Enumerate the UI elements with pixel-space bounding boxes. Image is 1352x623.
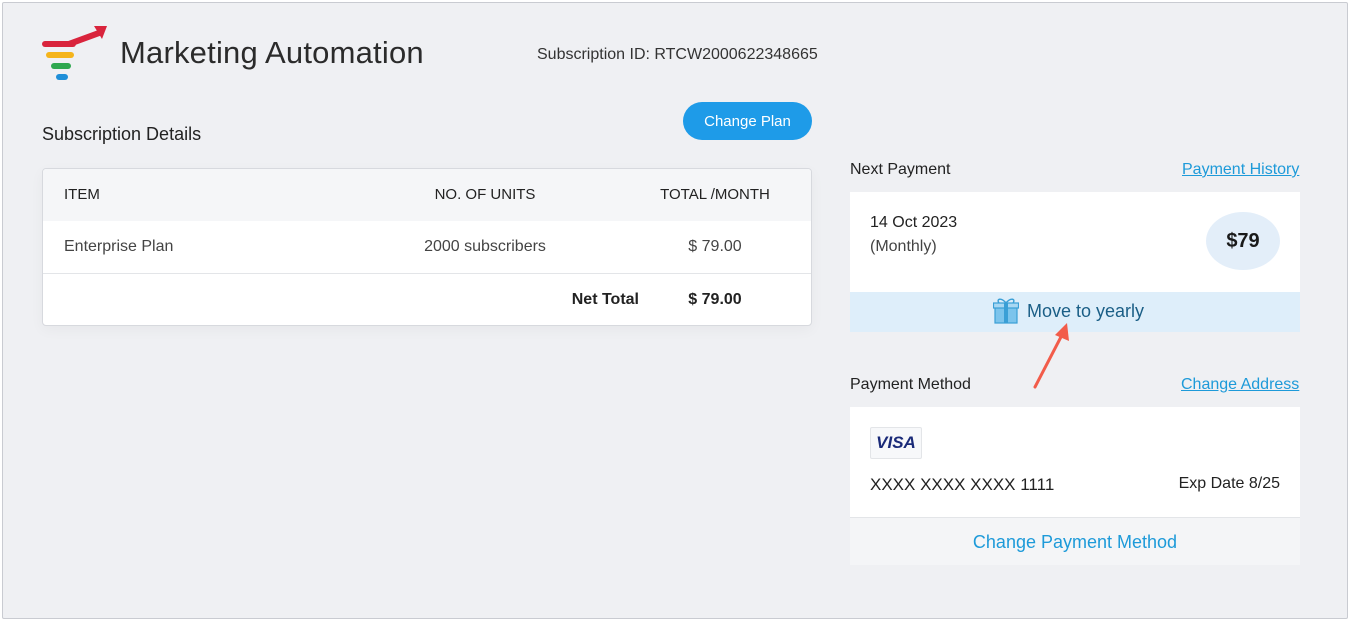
column-header-total: TOTAL /MONTH [660,186,770,203]
payment-frequency: (Monthly) [870,238,937,255]
net-total-row: Net Total $ 79.00 [43,274,811,325]
total-cell: $ 79.00 [688,238,742,255]
net-total-label: Net Total [571,291,639,308]
subscription-table: ITEM NO. OF UNITS TOTAL /MONTH Enterpris… [42,168,812,326]
change-address-link[interactable]: Change Address [1181,376,1299,394]
payment-method-label: Payment Method [850,376,971,393]
subscription-id: Subscription ID: RTCW2000622348665 [537,46,818,63]
net-total-value: $ 79.00 [688,291,742,308]
payment-amount-badge: $79 [1206,212,1280,270]
table-header: ITEM NO. OF UNITS TOTAL /MONTH [43,169,811,221]
payment-method-card: VISA XXXX XXXX XXXX 1111 Exp Date 8/25 [850,407,1300,517]
next-payment-label: Next Payment [850,161,951,178]
card-number: XXXX XXXX XXXX 1111 [870,475,1055,494]
annotation-arrow-icon [1033,323,1069,389]
column-header-item: ITEM [64,186,100,203]
subscription-details-title: Subscription Details [42,124,202,144]
marketing-automation-logo-icon [42,26,107,80]
gift-icon [993,298,1019,324]
payment-date: 14 Oct 2023 [870,214,958,231]
change-payment-method-button[interactable]: Change Payment Method [850,517,1300,565]
payment-history-link[interactable]: Payment History [1182,161,1299,179]
app-title: Marketing Automation [120,35,424,70]
card-exp-date: Exp Date 8/25 [1178,475,1280,492]
units-cell: 2000 subscribers [424,238,546,255]
next-payment-card: 14 Oct 2023 (Monthly) $79 [850,192,1300,292]
change-plan-button[interactable]: Change Plan [683,102,812,140]
visa-card-icon: VISA [870,427,922,459]
app-frame: Marketing Automation Subscription ID: RT… [2,2,1348,619]
column-header-units: NO. OF UNITS [434,186,536,203]
table-row: Enterprise Plan 2000 subscribers $ 79.00 [43,221,811,274]
item-cell: Enterprise Plan [64,238,174,255]
move-to-yearly-button[interactable]: Move to yearly [850,292,1300,332]
